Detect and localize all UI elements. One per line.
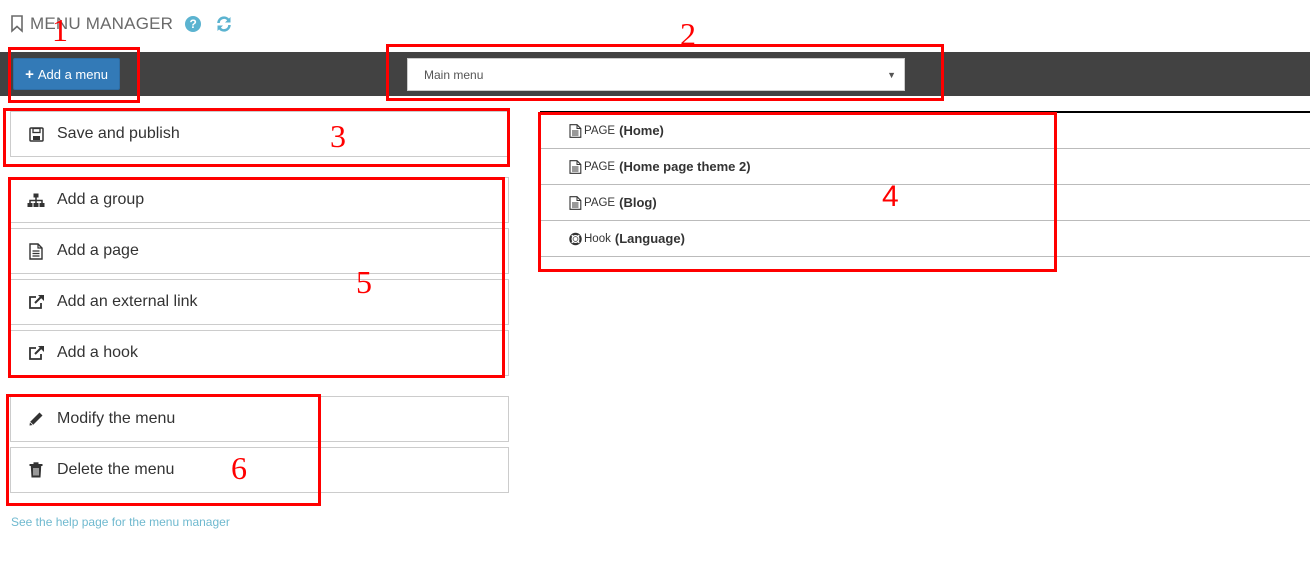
menu-item-label: (Blog)	[619, 195, 657, 210]
menu-item-label: (Language)	[614, 231, 685, 246]
menu-tree-item[interactable]: PAGE (Home page theme 2)	[540, 149, 1310, 185]
add-group-button[interactable]: Add a group	[10, 177, 509, 223]
add-group-label: Add a group	[57, 191, 145, 208]
file-text-icon	[569, 195, 582, 210]
save-and-publish-button[interactable]: Save and publish	[10, 111, 509, 157]
annotation-number-2: 2	[680, 16, 696, 52]
delete-menu-label: Delete the menu	[57, 461, 175, 478]
question-circle-icon[interactable]: ?	[185, 16, 202, 32]
menu-tree-item[interactable]: Hook (Language)	[540, 221, 1310, 257]
menu-item-type: PAGE	[584, 124, 616, 137]
file-text-icon	[569, 123, 582, 138]
add-hook-label: Add a hook	[57, 344, 138, 361]
file-text-icon	[569, 159, 582, 174]
add-external-link-label: Add an external link	[57, 293, 198, 310]
floppy-disk-icon	[27, 125, 45, 143]
file-text-icon	[27, 242, 45, 260]
sitemap-icon	[27, 191, 45, 209]
add-menu-label: Add a menu	[37, 66, 108, 82]
page-title: MENU MANAGER	[30, 14, 174, 33]
menu-select[interactable]: Main menu ▼	[407, 58, 905, 91]
external-link-icon	[27, 344, 45, 362]
external-link-icon	[27, 293, 45, 311]
modify-menu-button[interactable]: Modify the menu	[10, 396, 509, 442]
pencil-icon	[27, 410, 45, 428]
menu-item-label: (Home)	[619, 123, 664, 138]
page-header: MENU MANAGER ?	[10, 12, 233, 36]
add-page-button[interactable]: Add a page	[10, 228, 509, 274]
refresh-icon[interactable]	[215, 15, 233, 33]
plus-icon: +	[25, 65, 34, 83]
menu-item-label: (Home page theme 2)	[619, 159, 751, 174]
delete-menu-button[interactable]: Delete the menu	[10, 447, 509, 493]
help-page-link[interactable]: See the help page for the menu manager	[11, 515, 230, 529]
save-and-publish-label: Save and publish	[57, 125, 180, 142]
add-page-label: Add a page	[57, 242, 139, 259]
menu-tree-item[interactable]: PAGE (Home)	[540, 113, 1310, 149]
menu-item-type: PAGE	[584, 196, 616, 209]
bookmark-icon	[11, 15, 23, 33]
add-menu-button[interactable]: + Add a menu	[13, 58, 120, 90]
menu-item-type: Hook	[584, 232, 611, 245]
menu-tree: PAGE (Home) PAGE (Home page theme 2) PAG…	[540, 111, 1310, 257]
trash-icon	[27, 461, 45, 479]
add-hook-button[interactable]: Add a hook	[10, 330, 509, 376]
menu-tree-item[interactable]: PAGE (Blog)	[540, 185, 1310, 221]
menu-item-type: PAGE	[584, 160, 616, 173]
add-external-link-button[interactable]: Add an external link	[10, 279, 509, 325]
menu-select-value: Main menu	[424, 67, 484, 82]
life-ring-icon	[569, 232, 582, 246]
toolbar: + Add a menu Main menu ▼	[0, 52, 1310, 96]
modify-menu-label: Modify the menu	[57, 410, 176, 427]
caret-down-icon: ▼	[887, 70, 896, 80]
